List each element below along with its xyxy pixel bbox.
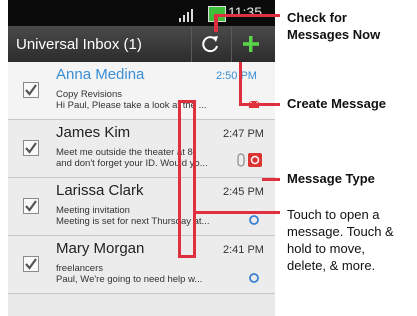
message-time: 2:41 PM [223, 244, 264, 256]
divider [191, 26, 192, 62]
callout-line [178, 100, 194, 103]
checkbox[interactable] [23, 198, 39, 214]
sync-icon [249, 273, 259, 283]
callout-message-type: Message Type [287, 171, 375, 186]
message-preview: and don't forget your ID. Would yo... [56, 158, 208, 169]
callout-line [239, 62, 242, 106]
title-bar: Universal Inbox (1) [8, 26, 275, 62]
divider [231, 26, 232, 62]
checkbox[interactable] [23, 140, 39, 156]
checkbox[interactable] [23, 82, 39, 98]
phone-screen: 11:35 Universal Inbox (1) Anna Medina 2:… [8, 0, 275, 316]
message-time: 2:47 PM [223, 128, 264, 140]
message-preview: Meeting is set for next Thursday at... [56, 216, 210, 227]
message-subject: Copy Revisions [56, 89, 122, 100]
message-subject: freelancers [56, 263, 103, 274]
signal-icon [179, 9, 193, 22]
message-time: 2:45 PM [223, 186, 264, 198]
callout-line [178, 255, 194, 258]
callout-line [193, 100, 196, 258]
message-subject: Meet me outside the theater at 8 [56, 147, 193, 158]
sync-icon [249, 215, 259, 225]
callout-touch-description: Touch to open a message. Touch & hold to… [287, 207, 394, 273]
message-preview: Hi Paul, Please take a look at the ... [56, 100, 207, 111]
message-icon [248, 153, 262, 167]
status-bar: 11:35 [8, 0, 275, 26]
message-row[interactable]: Mary Morgan 2:41 PM freelancers Paul, We… [8, 236, 275, 294]
sender-name: Larissa Clark [56, 182, 144, 199]
create-message-button[interactable] [234, 30, 268, 58]
message-preview: Paul, We're going to need help w... [56, 274, 203, 285]
callout-line [178, 100, 181, 258]
message-row[interactable]: Larissa Clark 2:45 PM Meeting invitation… [8, 178, 275, 236]
message-time: 2:50 PM [216, 70, 257, 82]
message-row[interactable]: James Kim 2:47 PM Meet me outside the th… [8, 120, 275, 178]
callout-create-message: Create Message [287, 96, 386, 111]
callout-check-messages: Check for Messages Now [287, 10, 381, 42]
checkbox[interactable] [23, 256, 39, 272]
attachment-icon [237, 153, 245, 167]
callout-line [214, 14, 280, 17]
refresh-button[interactable] [194, 30, 228, 58]
callout-line [239, 103, 280, 106]
message-row[interactable]: Anna Medina 2:50 PM Copy Revisions Hi Pa… [8, 62, 275, 120]
status-time: 11:35 [228, 4, 262, 20]
sender-name: Mary Morgan [56, 240, 145, 257]
page-title: Universal Inbox (1) [16, 36, 142, 53]
sender-name: James Kim [56, 124, 131, 141]
callout-line [193, 211, 280, 214]
sender-name: Anna Medina [56, 66, 145, 83]
callout-line [262, 178, 280, 181]
